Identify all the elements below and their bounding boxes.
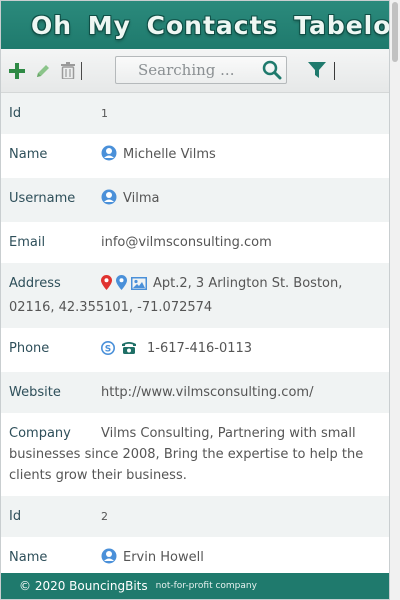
- toolbar: [1, 49, 389, 93]
- field-value: Michelle Vilms: [101, 144, 381, 168]
- contact-website[interactable]: http://www.vilmsconsulting.com/: [101, 382, 381, 403]
- contact-email[interactable]: info@vilmsconsulting.com: [101, 232, 381, 253]
- field-label: Id: [9, 106, 22, 121]
- contacts-list: Id 1 Name Michelle Vilms Username Vilma …: [1, 93, 389, 581]
- contact-phone: 1-617-416-0113: [147, 341, 253, 356]
- edit-icon[interactable]: [35, 63, 51, 79]
- svg-text:S: S: [105, 345, 111, 355]
- app-footer: © 2020 BouncingBits not-for-profit compa…: [1, 573, 389, 599]
- search-input[interactable]: [138, 61, 258, 79]
- delete-icon[interactable]: [61, 62, 75, 79]
- toolbar-divider: [334, 62, 335, 80]
- user-icon: [101, 189, 117, 212]
- field-label: Name: [9, 550, 48, 565]
- field-row-id: Id 1: [1, 93, 389, 134]
- map-marker-blue-icon[interactable]: [116, 275, 127, 297]
- field-row-email: Email info@vilmsconsulting.com: [1, 222, 389, 263]
- field-row-name: Name Michelle Vilms: [1, 134, 389, 178]
- field-value: Ervin Howell: [101, 547, 381, 571]
- scrollbar-thumb[interactable]: [392, 2, 398, 62]
- phone-icon[interactable]: [121, 341, 137, 362]
- app-title: Oh My Contacts Tabelo: [31, 10, 390, 40]
- map-marker-red-icon[interactable]: [101, 275, 112, 297]
- field-row-website: Website http://www.vilmsconsulting.com/: [1, 372, 389, 413]
- field-label: Company: [9, 426, 71, 441]
- field-value: S 1-617-416-0113: [101, 338, 381, 362]
- toolbar-divider: [81, 61, 82, 80]
- contact-name: Michelle Vilms: [123, 147, 216, 162]
- field-label: Id: [9, 509, 22, 524]
- vertical-scrollbar[interactable]: [390, 0, 400, 600]
- contact-username: Vilma: [123, 191, 160, 206]
- field-row-phone: Phone S 1-617-416-0113: [1, 328, 389, 372]
- contact-name: Ervin Howell: [123, 550, 204, 565]
- filter-icon[interactable]: [308, 61, 326, 79]
- user-icon: [101, 145, 117, 168]
- user-icon: [101, 548, 117, 571]
- field-value: 2: [101, 510, 108, 523]
- footer-copyright: © 2020 BouncingBits: [19, 579, 148, 593]
- skype-icon[interactable]: S: [101, 341, 115, 362]
- field-label: Username: [9, 191, 76, 206]
- app-header: Oh My Contacts Tabelo: [1, 1, 389, 49]
- field-value: Vilma: [101, 188, 381, 212]
- field-label: Phone: [9, 341, 50, 356]
- field-label: Website: [9, 385, 61, 400]
- field-label: Name: [9, 147, 48, 162]
- app-window: Oh My Contacts Tabelo Id 1 Name: [0, 0, 390, 600]
- field-value: 1: [101, 107, 108, 120]
- add-icon[interactable]: [9, 62, 25, 79]
- search-icon[interactable]: [262, 60, 282, 84]
- field-row-company: Company Vilms Consulting, Partnering with…: [1, 413, 389, 496]
- field-row-username: Username Vilma: [1, 178, 389, 222]
- footer-tagline: not-for-profit company: [155, 581, 257, 591]
- field-row-id: Id 2: [1, 496, 389, 537]
- search-box[interactable]: [115, 56, 287, 84]
- field-row-address: Address Apt.2, 3 Arlington St. Boston, 0…: [1, 263, 389, 328]
- image-icon[interactable]: [131, 276, 147, 297]
- field-label: Address: [9, 276, 61, 291]
- field-label: Email: [9, 235, 46, 250]
